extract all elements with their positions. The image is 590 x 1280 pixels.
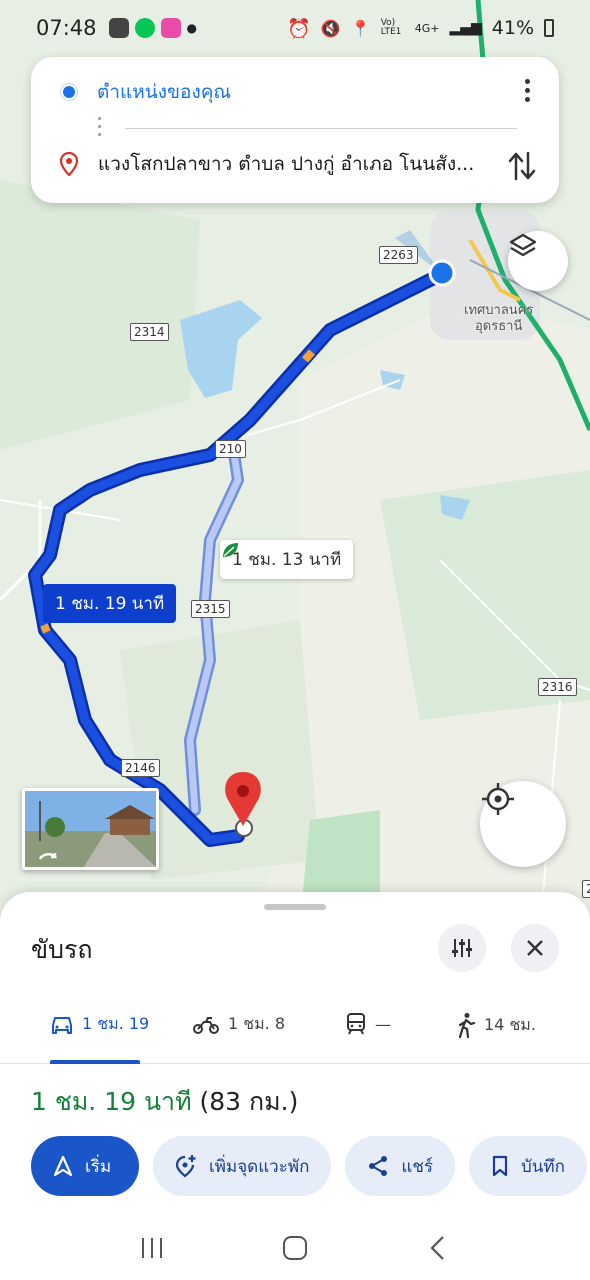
origin-row[interactable]: ตำแหน่งของคุณ	[31, 77, 559, 107]
add-location-icon	[175, 1155, 196, 1178]
directions-sheet: ขับรถ 1 ชม. 19 1 ชม. 8 — 14 ชม. 1 ชม. 19…	[0, 892, 590, 1280]
street-view-image	[25, 791, 156, 867]
road-shield-2315: 2315	[191, 600, 230, 618]
add-stop-label: เพิ่มจุดแวะพัก	[209, 1156, 310, 1177]
save-button[interactable]: บันทึก	[469, 1136, 587, 1196]
tab-motorcycle-label: 1 ชม. 8	[228, 1014, 286, 1033]
destination-field[interactable]: แวงโสกปลาขาว ตำบล ปางกู่ อำเภอ โนนสัง...	[98, 149, 474, 179]
tune-icon	[452, 939, 472, 957]
status-bar: 07:48 ● ⏰ 🔇 📍 Vo) LTE1 4G+ ▂▄▆ 41%	[0, 0, 590, 56]
close-button[interactable]	[511, 924, 559, 972]
motorcycle-icon	[193, 1016, 219, 1034]
road-shield-2: 2	[582, 880, 590, 898]
alarm-icon: ⏰	[287, 17, 311, 40]
share-label: แชร์	[401, 1156, 433, 1177]
location-icon: 📍	[350, 18, 371, 38]
layers-icon	[509, 233, 537, 257]
system-nav-bar	[0, 1216, 590, 1280]
card-divider	[125, 128, 517, 129]
network-type-label: 4G+	[414, 21, 440, 35]
tab-walk[interactable]: 14 ชม.	[456, 1012, 536, 1038]
directions-card: ตำแหน่งของคุณ แวงโสกปลาขาว ตำบล ปางกู่ อ…	[31, 57, 559, 203]
tab-transit[interactable]: —	[345, 1012, 391, 1036]
car-icon	[52, 1016, 72, 1034]
add-stop-button[interactable]: เพิ่มจุดแวะพัก	[153, 1136, 332, 1196]
main-route-time-label[interactable]: 1 ชม. 19 นาที	[43, 584, 177, 623]
start-button-label: เริ่ม	[85, 1156, 112, 1177]
road-shield-2316: 2316	[538, 678, 577, 696]
map-layers-button[interactable]	[508, 231, 568, 291]
back-button[interactable]	[423, 1233, 453, 1263]
tab-motorcycle[interactable]: 1 ชม. 8	[192, 1012, 285, 1037]
save-label: บันทึก	[521, 1156, 565, 1177]
mute-icon: 🔇	[320, 18, 341, 38]
close-icon	[527, 940, 543, 956]
tab-drive-label: 1 ชม. 19	[82, 1014, 150, 1033]
origin-dot-icon	[61, 84, 77, 100]
back-icon	[430, 1236, 445, 1260]
road-shield-2314: 2314	[130, 323, 169, 341]
route-distance: (83 กม.)	[199, 1087, 299, 1116]
network-label: Vo) LTE1	[380, 18, 402, 37]
home-button[interactable]	[280, 1233, 310, 1263]
sheet-title: ขับรถ	[31, 935, 93, 964]
app-notification-icon	[160, 18, 181, 38]
road-shield-210: 210	[215, 440, 246, 458]
eco-leaf-icon	[223, 543, 238, 557]
notification-app-icon	[108, 18, 129, 38]
more-notifications-dot-icon: ●	[186, 21, 198, 35]
navigation-arrow-icon	[53, 1155, 73, 1177]
crosshair-icon	[482, 783, 514, 815]
battery-label: 41%	[491, 17, 534, 39]
more-options-icon[interactable]	[525, 79, 531, 106]
city-label: เทศบาลนคร อุดรธานี	[464, 303, 534, 334]
train-icon	[347, 1013, 365, 1035]
road-shield-2263: 2263	[379, 246, 418, 264]
destination-row[interactable]: แวงโสกปลาขาว ตำบล ปางกู่ อำเภอ โนนสัง...	[31, 149, 559, 179]
share-icon	[369, 1156, 388, 1176]
tab-transit-label: —	[375, 1014, 391, 1034]
bookmark-icon	[492, 1155, 508, 1177]
battery-icon	[544, 19, 554, 37]
recent-apps-icon	[141, 1238, 162, 1258]
drag-handle[interactable]	[264, 904, 326, 910]
start-button[interactable]: เริ่ม	[31, 1136, 139, 1196]
swap-directions-icon[interactable]	[507, 149, 537, 183]
action-buttons: เริ่ม เพิ่มจุดแวะพัก แชร์ บันทึก	[31, 1136, 587, 1196]
tab-drive[interactable]: 1 ชม. 19	[50, 1012, 149, 1037]
route-duration: 1 ชม. 19 นาที	[31, 1087, 192, 1116]
street-view-thumbnail[interactable]	[22, 788, 159, 870]
active-tab-indicator	[50, 1060, 140, 1064]
road-shield-2146: 2146	[121, 759, 160, 777]
line-icon	[134, 18, 155, 38]
alt-route-time-label[interactable]: 1 ชม. 13 นาที	[220, 540, 354, 579]
home-icon	[282, 1236, 307, 1260]
origin-field[interactable]: ตำแหน่งของคุณ	[97, 77, 231, 107]
route-summary: 1 ชม. 19 นาที (83 กม.)	[31, 1082, 298, 1122]
travel-mode-tabs: 1 ชม. 19 1 ชม. 8 — 14 ชม.	[0, 1004, 590, 1064]
share-button[interactable]: แชร์	[345, 1136, 455, 1196]
route-options-button[interactable]	[438, 924, 486, 972]
status-time: 07:48	[36, 16, 97, 40]
recent-apps-button[interactable]	[137, 1233, 167, 1263]
walk-icon	[458, 1013, 476, 1038]
route-connector-dots	[98, 117, 101, 141]
signal-icon: ▂▄▆	[449, 20, 482, 36]
tab-walk-label: 14 ชม.	[484, 1014, 536, 1034]
my-location-button[interactable]	[480, 781, 566, 867]
destination-pin-icon	[60, 152, 78, 176]
